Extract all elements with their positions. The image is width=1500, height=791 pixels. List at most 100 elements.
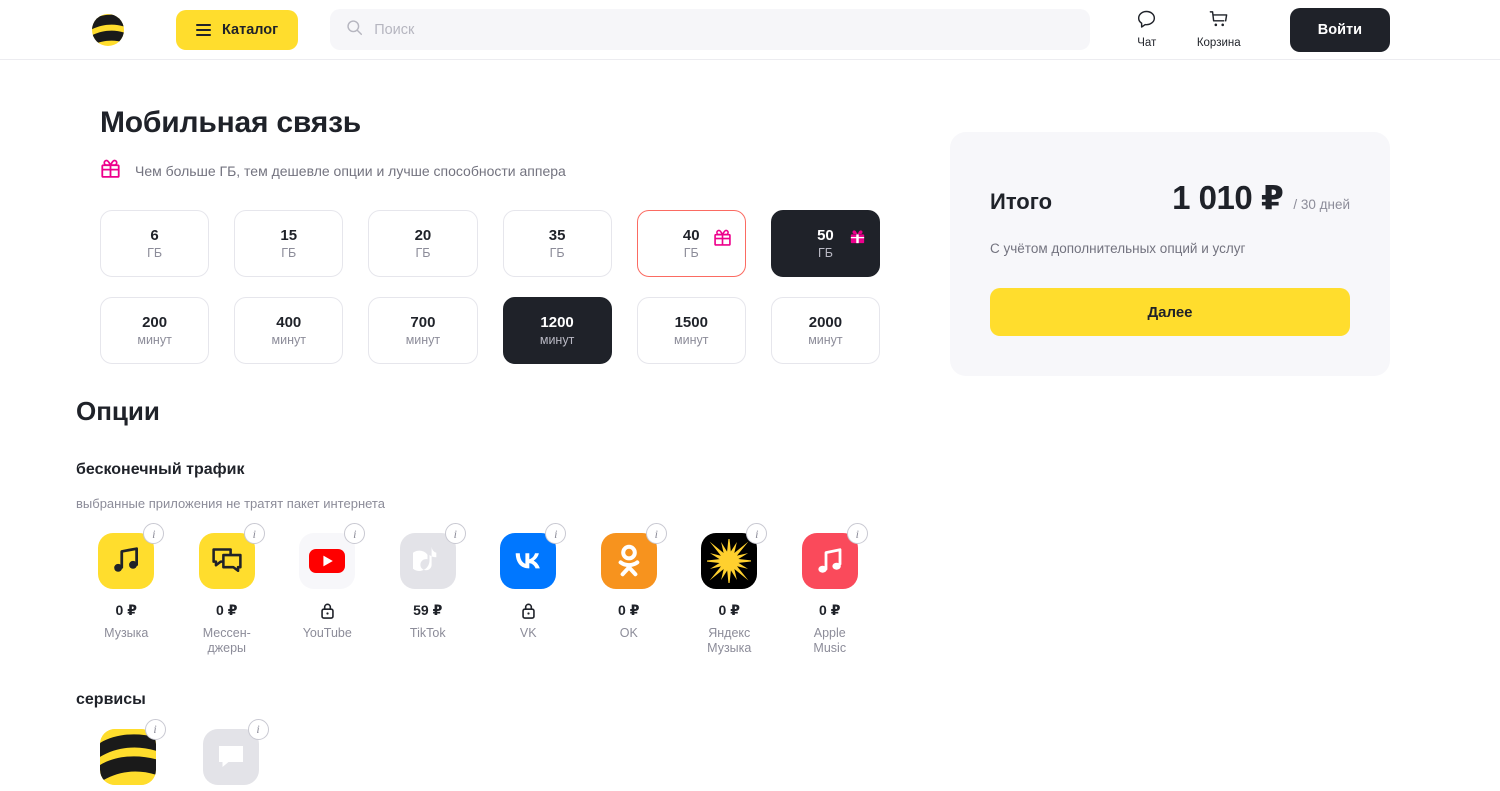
option-value: 200 bbox=[142, 313, 168, 331]
option-unit: ГБ bbox=[683, 245, 699, 260]
info-icon[interactable]: i bbox=[243, 523, 265, 544]
minutes-option-1500[interactable]: 1500 минут bbox=[636, 297, 746, 364]
gb-option-20[interactable]: 20 ГБ bbox=[368, 210, 478, 277]
info-icon[interactable]: i bbox=[144, 718, 166, 740]
option-unit: минут bbox=[539, 332, 575, 347]
app-option-yandex-music[interactable]: i 0 ₽ Яндекс Музыка bbox=[679, 523, 780, 657]
traffic-apps-row: i 0 ₽ Музыка i 0 ₽ Мессен-джеры i YouTub… bbox=[76, 523, 881, 657]
minutes-option-2000[interactable]: 2000 минут bbox=[770, 297, 881, 364]
summary-card: Итого 1 010 ₽ / 30 дней С учётом дополни… bbox=[950, 132, 1390, 376]
tiktok-icon bbox=[399, 533, 456, 589]
login-button[interactable]: Войти bbox=[1289, 7, 1390, 52]
gift-icon bbox=[713, 228, 732, 252]
beeline-logo[interactable] bbox=[88, 10, 128, 50]
option-value: 400 bbox=[276, 313, 302, 331]
summary-column: Итого 1 010 ₽ / 30 дней С учётом дополни… bbox=[880, 60, 1390, 791]
gb-option-50[interactable]: 50 ГБ bbox=[770, 210, 881, 277]
option-value: 50 bbox=[817, 226, 834, 244]
info-icon[interactable]: i bbox=[247, 718, 269, 740]
app-option-music-note[interactable]: i 0 ₽ Музыка bbox=[76, 523, 177, 657]
app-icon-wrap: i bbox=[98, 523, 165, 589]
app-icon-wrap: i bbox=[299, 523, 366, 589]
app-option-vk[interactable]: i VK bbox=[478, 523, 579, 657]
page-body: Мобильная связь Чем больше ГБ, тем дешев… bbox=[0, 60, 1500, 791]
option-value: 20 bbox=[414, 226, 432, 244]
option-value: 6 bbox=[150, 226, 159, 244]
app-label: VK bbox=[519, 626, 537, 640]
app-icon-wrap: i bbox=[801, 523, 868, 589]
messengers-icon bbox=[198, 533, 255, 589]
traffic-group-title: бесконечный трафик bbox=[76, 461, 245, 478]
option-unit: ГБ bbox=[415, 245, 431, 260]
lock-icon bbox=[320, 602, 335, 619]
option-unit: ГБ bbox=[147, 245, 163, 260]
info-icon[interactable]: i bbox=[746, 523, 768, 544]
info-icon[interactable]: i bbox=[143, 523, 165, 544]
info-icon[interactable]: i bbox=[444, 523, 466, 544]
option-unit: ГБ bbox=[281, 245, 297, 260]
summary-note: С учётом дополнительных опций и услуг bbox=[990, 241, 1246, 256]
app-price: 0 ₽ bbox=[819, 602, 841, 618]
option-value: 35 bbox=[548, 226, 566, 244]
app-label: YouTube bbox=[302, 626, 352, 640]
search-input[interactable] bbox=[374, 21, 1074, 38]
app-option-sms-chat[interactable]: i 30 ₽ bbox=[179, 718, 282, 791]
promo-subtitle-text: Чем больше ГБ, тем дешевле опции и лучше… bbox=[135, 163, 566, 179]
app-option-tiktok[interactable]: i 59 ₽ TikTok bbox=[378, 523, 479, 657]
app-option-messengers[interactable]: i 0 ₽ Мессен-джеры bbox=[177, 523, 278, 657]
app-icon-wrap: i bbox=[600, 523, 667, 589]
app-icon-wrap: i bbox=[202, 718, 269, 785]
option-unit: минут bbox=[137, 332, 172, 347]
gb-option-40[interactable]: 40 ГБ bbox=[636, 210, 746, 277]
minutes-option-700[interactable]: 700 минут bbox=[368, 297, 478, 364]
app-label: Apple Music bbox=[813, 626, 847, 656]
app-icon-wrap: i bbox=[198, 523, 265, 589]
apple-music-icon bbox=[801, 533, 858, 589]
options-section-title: Опции bbox=[76, 396, 160, 426]
option-value: 1500 bbox=[674, 313, 708, 331]
site-header: Каталог Чат bbox=[0, 0, 1500, 60]
gb-option-35[interactable]: 35 ГБ bbox=[502, 210, 612, 277]
gift-icon bbox=[100, 158, 121, 184]
info-icon[interactable]: i bbox=[846, 523, 868, 544]
app-price: 0 ₽ bbox=[618, 602, 640, 618]
cart-icon bbox=[1208, 9, 1229, 35]
chat-button[interactable]: Чат bbox=[1124, 9, 1170, 50]
option-value: 1200 bbox=[540, 313, 574, 331]
info-icon[interactable]: i bbox=[645, 523, 667, 544]
app-label: TikTok bbox=[409, 626, 446, 640]
info-icon[interactable]: i bbox=[344, 523, 366, 544]
option-unit: ГБ bbox=[817, 245, 833, 260]
lock-icon bbox=[521, 602, 536, 619]
minutes-option-row: 200 минут 400 минут 700 минут 1200 минут 1500 мин… bbox=[76, 297, 881, 364]
services-group-title: сервисы bbox=[76, 690, 146, 708]
chat-icon bbox=[1136, 9, 1157, 35]
app-price: 0 ₽ bbox=[115, 602, 137, 618]
app-label: Мессен-джеры bbox=[202, 626, 251, 656]
summary-price-group: 1 010 ₽ / 30 дней bbox=[1172, 178, 1350, 217]
next-button[interactable]: Далее bbox=[990, 288, 1350, 336]
minutes-option-200[interactable]: 200 минут bbox=[100, 297, 210, 364]
traffic-group-note: выбранные приложения не тратят пакет инт… bbox=[76, 496, 385, 511]
minutes-option-1200[interactable]: 1200 минут bbox=[502, 297, 612, 364]
app-option-apple-music[interactable]: i 0 ₽ Apple Music bbox=[780, 523, 881, 657]
search-field[interactable] bbox=[330, 9, 1090, 50]
catalog-button[interactable]: Каталог bbox=[176, 9, 299, 50]
gb-option-6[interactable]: 6 ГБ bbox=[100, 210, 210, 277]
hamburger-icon bbox=[196, 23, 211, 36]
app-price: 0 ₽ bbox=[216, 602, 238, 618]
search-icon bbox=[346, 19, 363, 41]
info-icon[interactable]: i bbox=[545, 523, 567, 544]
app-label: OK bbox=[619, 626, 638, 640]
cart-label: Корзина bbox=[1196, 37, 1241, 50]
app-icon-wrap: i bbox=[500, 523, 567, 589]
minutes-option-400[interactable]: 400 минут bbox=[234, 297, 344, 364]
page-title: Мобильная связь bbox=[100, 106, 362, 139]
app-option-ok[interactable]: i 0 ₽ OK bbox=[579, 523, 680, 657]
gb-option-15[interactable]: 15 ГБ bbox=[234, 210, 344, 277]
cart-button[interactable]: Корзина bbox=[1196, 9, 1242, 50]
app-label: Музыка bbox=[104, 626, 149, 640]
app-option-beeline-app[interactable]: i 60 ₽ bbox=[76, 718, 179, 791]
app-option-youtube[interactable]: i YouTube bbox=[277, 523, 378, 657]
option-unit: ГБ bbox=[549, 245, 565, 260]
